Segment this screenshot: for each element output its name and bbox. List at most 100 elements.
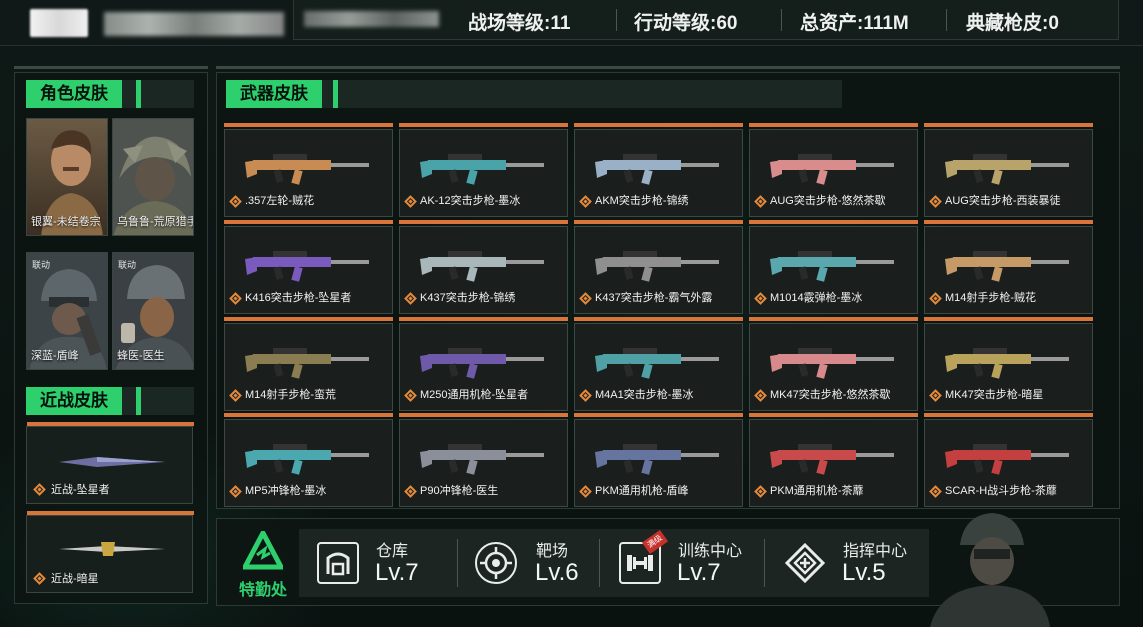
weapon-skin-card[interactable]: M4A1突击步枪-墨冰 xyxy=(574,317,743,411)
weapon-image xyxy=(595,444,719,475)
crossover-tag: 联动 xyxy=(32,260,51,270)
weapon-skin-card[interactable]: P90冲锋枪-医生 xyxy=(399,413,568,507)
rarity-icon xyxy=(754,195,767,208)
rarity-bar xyxy=(27,511,194,515)
weapon-skins-header: 武器皮肤 xyxy=(226,80,842,108)
facility-range[interactable]: 靶场 Lv.6 xyxy=(459,529,609,597)
melee-skin-card[interactable]: 近战-暗星 xyxy=(26,511,194,593)
weapon-skin-card[interactable]: M14射手步枪-蛮荒 xyxy=(224,317,393,411)
total-assets: 总资产:111M xyxy=(800,13,909,34)
weapon-image xyxy=(595,154,719,185)
weapon-image xyxy=(945,251,1069,282)
rarity-bar xyxy=(574,220,743,224)
special-ops-label: 特勤处 xyxy=(238,582,287,599)
weapon-image xyxy=(420,348,544,379)
knife-image xyxy=(59,542,165,556)
rarity-icon xyxy=(33,483,46,496)
weapon-skin-name: SCAR-H战斗步枪-茶蘼 xyxy=(945,485,1057,497)
facility-training[interactable]: 满级 训练中心 Lv.7 xyxy=(601,529,761,597)
weapon-skin-name: M14射手步枪-贼花 xyxy=(945,292,1037,304)
facility-name: 靶场 xyxy=(536,543,569,560)
weapon-skin-card[interactable]: AUG突击步枪-西装暴徒 xyxy=(924,123,1093,217)
weapon-skins-title: 武器皮肤 xyxy=(226,80,322,108)
weapon-skin-card[interactable]: .357左轮-贼花 xyxy=(224,123,393,217)
character-skin-card[interactable]: 乌鲁鲁-荒原猎手 xyxy=(112,118,194,236)
weapon-skin-card[interactable]: M1014霰弹枪-墨冰 xyxy=(749,220,918,314)
rarity-icon xyxy=(229,389,242,402)
header-accent xyxy=(333,80,338,108)
rarity-icon xyxy=(929,389,942,402)
left-panel-topline xyxy=(14,66,208,69)
divider xyxy=(764,539,765,587)
facility-command[interactable]: 指挥中心 Lv.5 xyxy=(766,529,926,597)
rarity-bar xyxy=(399,317,568,321)
special-ops-icon xyxy=(243,531,283,570)
divider xyxy=(616,9,617,31)
rarity-bar xyxy=(224,317,393,321)
facilities-box: 仓库 Lv.7 靶场 Lv.6 满级 训练中心 Lv.7 指挥中心 Lv.5 xyxy=(299,529,929,597)
header-accent xyxy=(136,387,141,415)
weapon-image xyxy=(420,154,544,185)
rarity-bar xyxy=(399,123,568,127)
header-accent xyxy=(136,80,141,108)
weapon-skin-card[interactable]: M250通用机枪-坠星者 xyxy=(399,317,568,411)
melee-skin-card[interactable]: 近战-坠星者 xyxy=(26,422,194,504)
weapon-image xyxy=(770,251,894,282)
rarity-bar xyxy=(924,413,1093,417)
weapon-image xyxy=(420,251,544,282)
facility-name: 训练中心 xyxy=(678,543,743,560)
rarity-bar xyxy=(574,317,743,321)
rarity-bar xyxy=(749,413,918,417)
player-id-blurred xyxy=(104,12,284,36)
rarity-bar xyxy=(399,220,568,224)
weapon-skin-name: P90冲锋枪-医生 xyxy=(420,485,499,497)
collection-skins: 典藏枪皮:0 xyxy=(966,13,1059,34)
rarity-icon xyxy=(754,389,767,402)
weapon-skin-name: AKM突击步枪-锦绣 xyxy=(595,195,689,207)
weapon-skin-card[interactable]: SCAR-H战斗步枪-茶蘼 xyxy=(924,413,1093,507)
character-skin-card[interactable]: 银翼-未结卷宗 xyxy=(26,118,108,236)
character-skin-name: 银翼-未结卷宗 xyxy=(31,216,101,228)
rarity-icon xyxy=(579,195,592,208)
weapon-skin-card[interactable]: K437突击步枪-霸气外露 xyxy=(574,220,743,314)
weapon-skin-card[interactable]: MK47突击步枪-悠然茶歇 xyxy=(749,317,918,411)
facility-warehouse[interactable]: 仓库 Lv.7 xyxy=(299,529,449,597)
weapon-skin-card[interactable]: M14射手步枪-贼花 xyxy=(924,220,1093,314)
melee-skins-header: 近战皮肤 xyxy=(26,387,194,415)
rarity-icon xyxy=(929,485,942,498)
weapon-skin-card[interactable]: MP5冲锋枪-墨冰 xyxy=(224,413,393,507)
weapon-skin-name: AUG突击步枪-西装暴徒 xyxy=(945,195,1061,207)
weapon-skin-name: M14射手步枪-蛮荒 xyxy=(245,389,337,401)
character-skin-name: 蜂医-医生 xyxy=(117,350,165,362)
weapon-image xyxy=(770,444,894,475)
weapon-image xyxy=(420,444,544,475)
target-icon xyxy=(475,542,517,584)
weapon-skin-card[interactable]: AKM突击步枪-锦绣 xyxy=(574,123,743,217)
weapon-skin-card[interactable]: K416突击步枪-坠星者 xyxy=(224,220,393,314)
warehouse-icon xyxy=(317,542,359,584)
weapon-image xyxy=(770,348,894,379)
facility-level: Lv.6 xyxy=(535,559,579,586)
weapon-image xyxy=(245,154,369,185)
character-skins-title: 角色皮肤 xyxy=(26,80,122,108)
weapon-skin-card[interactable]: PKM通用机枪-茶蘼 xyxy=(749,413,918,507)
rarity-bar xyxy=(224,123,393,127)
divider xyxy=(599,539,600,587)
character-skin-card[interactable]: 联动 蜂医-医生 xyxy=(112,252,194,370)
facility-level: Lv.5 xyxy=(842,559,886,586)
weapon-skin-card[interactable]: K437突击步枪-锦绣 xyxy=(399,220,568,314)
rarity-icon xyxy=(929,195,942,208)
weapon-skin-card[interactable]: AUG突击步枪-悠然茶歇 xyxy=(749,123,918,217)
weapon-skin-name: .357左轮-贼花 xyxy=(245,195,315,207)
weapon-skin-name: PKM通用机枪-茶蘼 xyxy=(770,485,864,497)
special-ops-logo[interactable]: 特勤处 xyxy=(231,529,295,599)
rarity-icon xyxy=(579,485,592,498)
player-name-blurred xyxy=(30,6,284,38)
weapon-skin-card[interactable]: PKM通用机枪-盾峰 xyxy=(574,413,743,507)
weapon-skin-card[interactable]: AK-12突击步枪-墨冰 xyxy=(399,123,568,217)
weapon-skin-card[interactable]: MK47突击步枪-暗星 xyxy=(924,317,1093,411)
character-skin-card[interactable]: 联动 深蓝-盾峰 xyxy=(26,252,108,370)
rarity-icon xyxy=(404,389,417,402)
top-bar: 战场等级:11 行动等级:60 总资产:111M 典藏枪皮:0 xyxy=(0,0,1143,46)
rarity-bar xyxy=(924,317,1093,321)
